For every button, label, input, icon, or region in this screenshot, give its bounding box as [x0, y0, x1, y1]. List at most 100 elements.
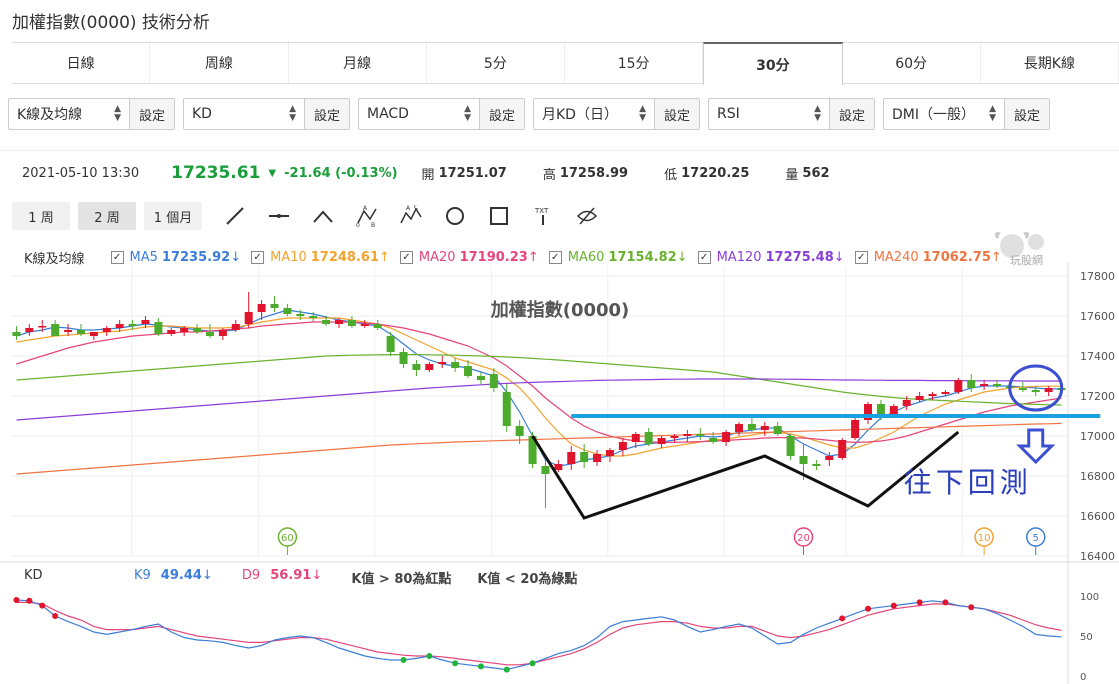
candle-body: [722, 432, 731, 442]
k-label: K9: [134, 568, 151, 583]
candle-body: [309, 316, 318, 318]
y-tick-label: 17600: [1080, 310, 1115, 323]
indicator-settings-button[interactable]: 設定: [654, 99, 699, 129]
abcd-pattern-tool-icon[interactable]: AC: [400, 205, 422, 227]
y-tick-label: 16600: [1080, 510, 1115, 523]
kd-signal-dot: [426, 653, 433, 659]
y-tick-label: 16800: [1080, 470, 1115, 483]
svg-text:A: A: [406, 205, 411, 212]
candle-body: [709, 438, 718, 442]
kd-signal-dot: [942, 599, 949, 606]
candle-body: [786, 436, 795, 456]
candle-body: [412, 364, 421, 370]
indicator-select-group: 月KD（日） ▲ ▼ 設定: [533, 98, 700, 130]
candle-body: [644, 432, 653, 444]
tab-period-6[interactable]: 60分: [843, 43, 981, 83]
indicator-select[interactable]: K線及均線 ▲ ▼: [9, 99, 129, 129]
updown-caret-icon: ▲ ▼: [989, 104, 996, 123]
candle-body: [554, 464, 563, 470]
k-value: 49.44: [160, 568, 202, 583]
kd-note-green: K值 < 20為綠點: [477, 572, 578, 587]
d-arrow: ↓: [311, 568, 323, 583]
updown-caret-icon: ▲ ▼: [814, 104, 821, 123]
candle-body: [89, 332, 98, 336]
indicator-settings-button[interactable]: 設定: [129, 99, 174, 129]
candle-body: [515, 426, 524, 436]
tab-period-1[interactable]: 周線: [150, 43, 289, 83]
indicator-select[interactable]: DMI（一般） ▲ ▼: [884, 99, 1004, 129]
volume-value: 562: [802, 165, 830, 181]
chart-area[interactable]: 17800 17600 17400 17200 17000 16800 16600 16400…: [0, 262, 1119, 684]
kd-legend: KD K9 49.44 ↓ D9 56.91 ↓ K值 > 80為紅點 K值 <…: [24, 568, 577, 587]
candle-body: [734, 424, 743, 432]
tab-period-4[interactable]: 15分: [565, 43, 704, 83]
updown-caret-icon: ▲ ▼: [464, 104, 471, 123]
down-arrow-icon: [1016, 428, 1056, 465]
quote-bar: 2021-05-10 13:30 17235.61 ▼ -21.64 (-0.1…: [0, 150, 1119, 195]
tab-period-3[interactable]: 5分: [427, 43, 565, 83]
indicator-settings-button[interactable]: 設定: [304, 99, 349, 129]
abc-pattern-tool-icon[interactable]: A 0 B: [356, 205, 378, 227]
candle-body: [451, 362, 460, 368]
candle-body: [180, 328, 189, 332]
page-title: 加權指數(0000) 技術分析: [12, 13, 210, 33]
hide-drawings-icon[interactable]: [576, 205, 598, 227]
candle-body: [760, 426, 769, 430]
candle-body: [115, 324, 124, 328]
indicator-select[interactable]: MACD ▲ ▼: [359, 99, 479, 129]
indicator-settings-button[interactable]: 設定: [1004, 99, 1049, 129]
tab-period-2[interactable]: 月線: [289, 43, 427, 83]
indicator-select-group: KD ▲ ▼ 設定: [183, 98, 350, 130]
candle-body: [141, 320, 150, 324]
indicator-select[interactable]: RSI ▲ ▼: [709, 99, 829, 129]
tab-period-5[interactable]: 30分: [703, 42, 843, 85]
horizontal-line-tool-icon[interactable]: [268, 205, 290, 227]
tab-label: 5分: [483, 56, 507, 72]
candle-body: [799, 456, 808, 464]
updown-caret-icon: ▲ ▼: [289, 104, 296, 123]
annotation-note: 往下回測: [904, 466, 1032, 499]
indicator-select-value: K線及均線: [17, 107, 83, 123]
down-triangle-icon: ▼: [268, 167, 277, 179]
text-tool-icon[interactable]: TXT: [532, 205, 554, 227]
circle-tool-icon[interactable]: [444, 205, 466, 227]
candle-body: [257, 304, 266, 312]
candle-body: [902, 400, 911, 406]
indicator-select-group: DMI（一般） ▲ ▼ 設定: [883, 98, 1050, 130]
indicator-settings-button[interactable]: 設定: [829, 99, 874, 129]
range-button[interactable]: 2 周: [78, 202, 136, 230]
candle-body: [670, 436, 679, 438]
y-tick-label: 17000: [1080, 430, 1115, 443]
indicator-select[interactable]: KD ▲ ▼: [184, 99, 304, 129]
candle-body: [322, 320, 331, 324]
high-label: 高: [542, 167, 556, 183]
indicator-select-value: KD: [192, 106, 212, 122]
candle-body: [193, 328, 202, 332]
candle-body: [360, 324, 369, 326]
range-button[interactable]: 1 周: [12, 202, 70, 230]
kd-signal-dot: [400, 657, 407, 663]
rectangle-tool-icon[interactable]: [488, 205, 510, 227]
candle-body: [373, 324, 382, 328]
indicator-select[interactable]: 月KD（日） ▲ ▼: [534, 99, 654, 129]
angle-tool-icon[interactable]: [312, 205, 334, 227]
candle-body: [12, 332, 21, 336]
tab-period-7[interactable]: 長期K線: [981, 43, 1119, 83]
candle-body: [76, 330, 85, 334]
line-tool-icon[interactable]: [224, 205, 246, 227]
candle-body: [954, 380, 963, 392]
candle-body: [928, 394, 937, 396]
indicator-settings-button[interactable]: 設定: [479, 99, 524, 129]
tab-period-0[interactable]: 日線: [12, 43, 151, 83]
period-marker-label: 20: [797, 533, 810, 544]
range-button[interactable]: 1 個月: [144, 202, 202, 230]
candle-body: [231, 324, 240, 330]
indicator-select-bar: K線及均線 ▲ ▼ 設定 KD ▲ ▼ 設定 MACD ▲ ▼ 設定 月KD（日） ▲ ▼ 設定 RSI ▲ ▼ 設定…: [8, 98, 1050, 132]
candle-body: [335, 320, 344, 324]
kd-signal-dot: [503, 666, 510, 673]
svg-text:C: C: [414, 205, 418, 211]
tab-label: 日線: [66, 56, 95, 72]
candle-body: [244, 312, 253, 324]
y-tick-label: 17200: [1080, 390, 1115, 403]
candle-body: [64, 330, 73, 332]
